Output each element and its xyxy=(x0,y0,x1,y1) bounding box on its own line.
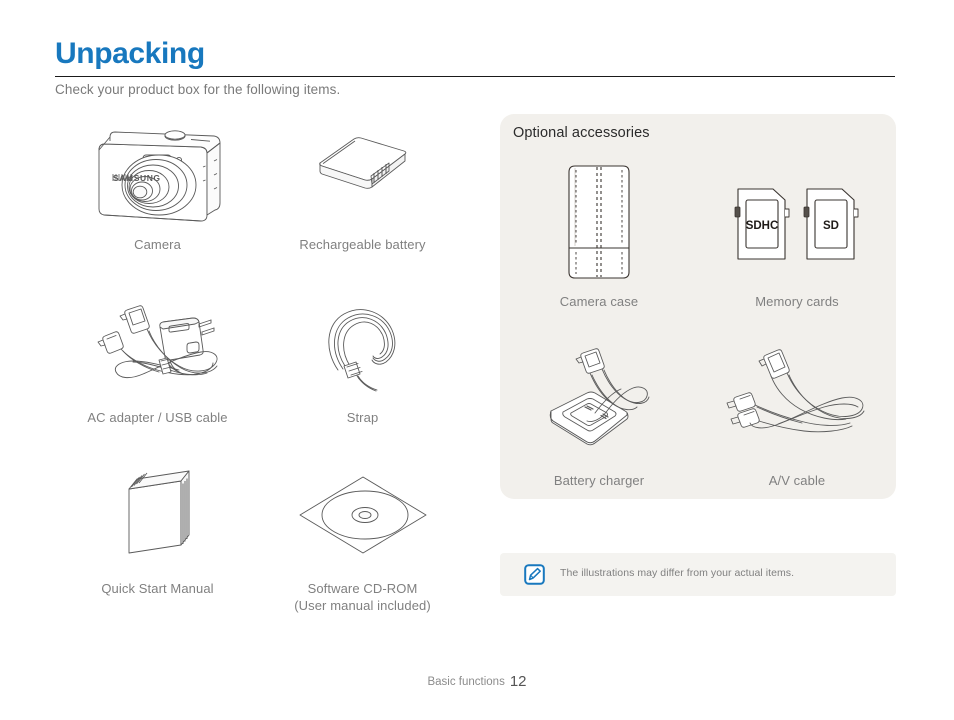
cd-rom-label-line2: (User manual included) xyxy=(294,598,431,613)
optional-label-memory-cards: Memory cards xyxy=(755,294,839,309)
camera-illustration: SAMSUNG xyxy=(83,110,233,232)
footer-section-name: Basic functions xyxy=(427,676,505,688)
optional-accessories-title: Optional accessories xyxy=(513,125,650,141)
page-subtitle: Check your product box for the following… xyxy=(55,82,341,97)
item-quick-start-manual: Quick Start Manual xyxy=(55,454,260,614)
battery-charger-illustration xyxy=(529,331,669,471)
item-ac-adapter: AC adapter / USB cable xyxy=(55,283,260,426)
items-row: Quick Start Manual Software CD-ROM (User… xyxy=(55,454,465,614)
item-battery: Rechargeable battery xyxy=(260,110,465,253)
memory-card-label-sdhc: SDHC xyxy=(746,220,779,232)
ac-adapter-usb-cable-illustration xyxy=(83,283,233,405)
item-cd-rom: Software CD-ROM (User manual included) xyxy=(260,454,465,614)
item-label-cd-rom: Software CD-ROM (User manual included) xyxy=(294,580,431,614)
optional-label-battery-charger: Battery charger xyxy=(553,473,645,488)
items-row: SAMSUNG Camera Rechargeable battery xyxy=(55,110,465,253)
item-label-camera: Camera xyxy=(134,237,181,252)
items-row: AC adapter / USB cable Strap xyxy=(55,283,465,426)
note-text: The illustrations may differ from your a… xyxy=(560,567,795,579)
page-title: Unpacking xyxy=(55,37,205,70)
page-footer: Basic functions 12 xyxy=(0,672,954,690)
optional-item-memory-cards: SDHC SD Memory cards xyxy=(698,152,896,309)
manual-illustration xyxy=(93,454,223,576)
optional-accessories-grid: Camera case SDHC SD Memory cards Battery… xyxy=(500,152,896,488)
item-camera: SAMSUNG Camera xyxy=(55,110,260,253)
optional-item-battery-charger: Battery charger xyxy=(500,331,698,488)
optional-row: Camera case SDHC SD Memory cards xyxy=(500,152,896,309)
footer-page-number: 12 xyxy=(509,673,527,690)
optional-label-camera-case: Camera case xyxy=(559,294,639,309)
optional-label-av-cable: A/V cable xyxy=(768,473,826,488)
av-cable-illustration xyxy=(722,331,872,471)
title-divider xyxy=(55,76,895,77)
item-label-battery: Rechargeable battery xyxy=(299,237,426,252)
optional-row: Battery charger A/V cable xyxy=(500,331,896,488)
item-label-ac-adapter: AC adapter / USB cable xyxy=(87,410,228,425)
item-label-strap: Strap xyxy=(346,410,379,425)
camera-case-illustration xyxy=(544,152,654,292)
included-items-grid: SAMSUNG Camera Rechargeable battery AC a… xyxy=(55,110,465,614)
cd-rom-label-line1: Software CD-ROM xyxy=(307,581,418,596)
optional-item-camera-case: Camera case xyxy=(500,152,698,309)
strap-illustration xyxy=(298,283,428,405)
battery-illustration xyxy=(298,110,428,232)
note-box: The illustrations may differ from your a… xyxy=(500,553,896,596)
optional-item-av-cable: A/V cable xyxy=(698,331,896,488)
optional-accessories-panel: Optional accessories Camera case SDHC SD… xyxy=(500,114,896,499)
memory-cards-illustration: SDHC SD xyxy=(727,152,867,292)
cd-rom-illustration xyxy=(288,454,438,576)
note-pen-icon xyxy=(524,564,545,585)
item-label-manual: Quick Start Manual xyxy=(101,581,214,596)
memory-card-label-sd: SD xyxy=(823,220,839,232)
svg-text:SAMSUNG: SAMSUNG xyxy=(113,173,161,183)
item-strap: Strap xyxy=(260,283,465,426)
